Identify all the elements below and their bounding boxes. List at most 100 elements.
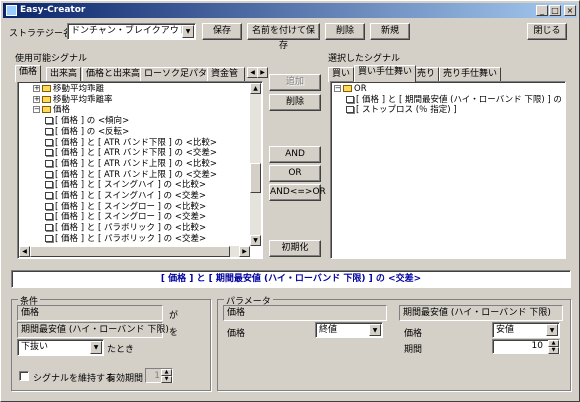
tree-node[interactable]: [ 価格 ] と [ ATR バンド上限 ] の <比較> (45, 159, 217, 169)
tree-node-label: [ ストップロス (％ 指定) ] (356, 105, 457, 116)
param-price2-value: 安値 (496, 325, 515, 335)
folder-icon (343, 85, 352, 92)
tree-node-label: [ 価格 ] と [ スイングロー ] の <交差> (55, 212, 207, 223)
tree-node[interactable]: [ 価格 ] と [ スイングハイ ] の <比較> (45, 180, 206, 190)
param-price2-select[interactable]: 安値 ▼ (492, 322, 560, 338)
param-right-header: 期間最安値 (ハイ・ローバンド 下限) (399, 305, 563, 321)
remove-button[interactable]: 削除 (269, 94, 321, 111)
tree-node-label: 移動平均乖離率 (53, 94, 113, 105)
save-button[interactable]: 保存 (202, 23, 242, 40)
available-tree-content: + 移動平均乖離 + 移動平均乖離率 − 価格[ 価格 ] の <傾向>[ 価格 ] の … (21, 84, 249, 246)
tab-money-mgmt[interactable]: 資金管 (207, 67, 245, 82)
selected-title: 選択したシグナル (328, 54, 401, 64)
tree-node[interactable]: [ 価格 ] の <傾向> (45, 116, 129, 126)
tree-node[interactable]: [ 価格 ] と [ スイングハイ ] の <交差> (45, 191, 206, 201)
or-button[interactable]: OR (269, 165, 321, 182)
tab-volume[interactable]: 出来高 (46, 67, 82, 82)
scroll-up-icon[interactable]: ▲ (250, 83, 261, 94)
expand-icon[interactable]: + (33, 85, 40, 92)
tab-buy-exit[interactable]: 買い手仕舞い (354, 65, 417, 82)
spin-up-icon[interactable]: ▲ (161, 369, 172, 376)
available-vscroll[interactable]: ▲ ▼ (250, 83, 261, 246)
chevron-down-icon: ▼ (369, 324, 381, 336)
selected-tree[interactable]: − OR[ 価格 ] と [ 期間最安値 (ハイ・ローバンド 下限) ] の <[… (330, 81, 566, 259)
tree-node[interactable]: + 移動平均乖離率 (33, 95, 113, 105)
tree-node-label: [ 価格 ] の <傾向> (55, 116, 130, 127)
document-icon (45, 234, 53, 242)
document-icon (45, 202, 53, 210)
tree-node-label: OR (354, 84, 367, 94)
collapse-icon[interactable]: − (33, 106, 40, 114)
document-icon (346, 106, 354, 114)
condition-ga-label: が (169, 311, 179, 321)
window-title: Easy-Creator (20, 5, 86, 15)
param-period-label: 期間 (404, 345, 423, 355)
close-button[interactable]: 閉じる (527, 23, 567, 40)
keep-signal-checkbox[interactable] (19, 371, 29, 381)
tree-node[interactable]: [ 価格 ] の <反転> (45, 127, 129, 137)
param-price-select[interactable]: 終値 ▼ (315, 322, 383, 338)
tree-node-label: [ 価格 ] と [ スイングハイ ] の <交差> (55, 191, 206, 201)
tree-node[interactable]: [ 価格 ] と [ パラボリック ] の <比較> (45, 223, 206, 233)
tree-node[interactable]: [ 価格 ] と [ ATR バンド下限 ] の <交差> (45, 148, 217, 158)
tab-scroll-right-icon[interactable]: ▶ (257, 67, 268, 78)
available-title: 使用可能シグナル (15, 54, 88, 64)
strategy-select[interactable]: ドンチャン・ブレイクアウト ▼ (67, 23, 196, 40)
maximize-button[interactable]: □ (549, 5, 561, 16)
tab-sell-exit[interactable]: 売り手仕舞い (439, 67, 502, 82)
valid-period-label: 有効期間 (107, 374, 144, 384)
hscroll-thumb[interactable] (30, 246, 230, 257)
param-left-header: 価格 (223, 305, 387, 321)
tab-price[interactable]: 価格 (15, 65, 42, 82)
tree-node[interactable]: [ 価格 ] と [ 期間最安値 (ハイ・ローバンド 下限) ] の < (346, 95, 562, 105)
tree-node[interactable]: − 価格 (33, 105, 70, 115)
cross-direction-value: 下抜い (21, 342, 49, 352)
cross-direction-select[interactable]: 下抜い ▼ (17, 339, 104, 356)
document-icon (45, 213, 53, 221)
add-button[interactable]: 追加 (269, 74, 321, 91)
tree-node-label: [ 価格 ] と [ ATR バンド下限 ] の <交差> (55, 148, 218, 159)
condition-field1: 価格 (17, 305, 163, 321)
tree-node-label: [ 価格 ] と [ スイングロー ] の <比較> (55, 201, 207, 212)
tree-node-label: [ 価格 ] と [ 期間最安値 (ハイ・ローバンド 下限) ] の < (356, 94, 562, 105)
tab-buy[interactable]: 買い (328, 67, 355, 82)
collapse-icon[interactable]: − (334, 85, 341, 92)
tree-node[interactable]: + 移動平均乖離 (33, 84, 104, 94)
tree-node-label: 価格 (53, 105, 71, 116)
spin-up-icon[interactable]: ▲ (548, 340, 559, 347)
tree-node[interactable]: [ 価格 ] と [ スイングロー ] の <比較> (45, 202, 206, 212)
reset-button[interactable]: 初期化 (269, 240, 321, 257)
scroll-left-icon[interactable]: ◀ (19, 246, 30, 257)
tree-node-label: [ 価格 ] と [ パラボリック ] の <交差> (55, 233, 207, 244)
scroll-down-icon[interactable]: ▼ (250, 235, 261, 246)
scroll-right-icon[interactable]: ▶ (239, 246, 250, 257)
tree-node[interactable]: [ ストップロス (％ 指定) ] (346, 105, 457, 115)
document-icon (45, 192, 53, 199)
tab-price-volume[interactable]: 価格と出来高 (82, 67, 145, 82)
save-as-button[interactable]: 名前を付けて保存 (247, 23, 320, 51)
tree-node[interactable]: [ 価格 ] と [ ATR バンド下限 ] の <比較> (45, 138, 217, 148)
delete-button[interactable]: 削除 (325, 23, 365, 40)
new-button[interactable]: 新規 (370, 23, 410, 40)
spin-down-icon[interactable]: ▼ (548, 347, 559, 354)
folder-icon (42, 95, 51, 103)
tree-node[interactable]: [ 価格 ] と [ スイングロー ] の <交差> (45, 212, 206, 222)
tab-sell[interactable]: 売り (413, 67, 440, 82)
signal-summary: [ 価格 ] と [ 期間最安値 (ハイ・ローバンド 下限) ] の <交差> (11, 270, 571, 288)
spin-down-icon[interactable]: ▼ (161, 376, 172, 383)
close-window-button[interactable]: × (564, 5, 576, 16)
minimize-button[interactable]: _ (536, 5, 548, 16)
tree-node[interactable]: [ 価格 ] と [ ATR バンド上限 ] の <交差> (45, 170, 217, 180)
available-tree[interactable]: + 移動平均乖離 + 移動平均乖離率 − 価格[ 価格 ] の <傾向>[ 価格 ] の … (17, 81, 263, 259)
tree-node-label: [ 価格 ] と [ ATR バンド下限 ] の <比較> (55, 137, 218, 148)
and-or-toggle-button[interactable]: AND<=>OR (269, 184, 326, 201)
tree-node[interactable]: − OR (334, 84, 367, 94)
scroll-thumb[interactable] (250, 163, 261, 193)
available-hscroll[interactable]: ◀ ▶ (19, 246, 250, 257)
tree-node[interactable]: [ 価格 ] と [ パラボリック ] の <交差> (45, 234, 206, 244)
condition-field2: 期間最安値 (ハイ・ローバンド 下限) (17, 322, 169, 338)
and-button[interactable]: AND (269, 146, 321, 163)
param-price-value: 終値 (319, 325, 338, 335)
expand-icon[interactable]: + (33, 95, 40, 103)
chevron-down-icon: ▼ (90, 341, 102, 354)
